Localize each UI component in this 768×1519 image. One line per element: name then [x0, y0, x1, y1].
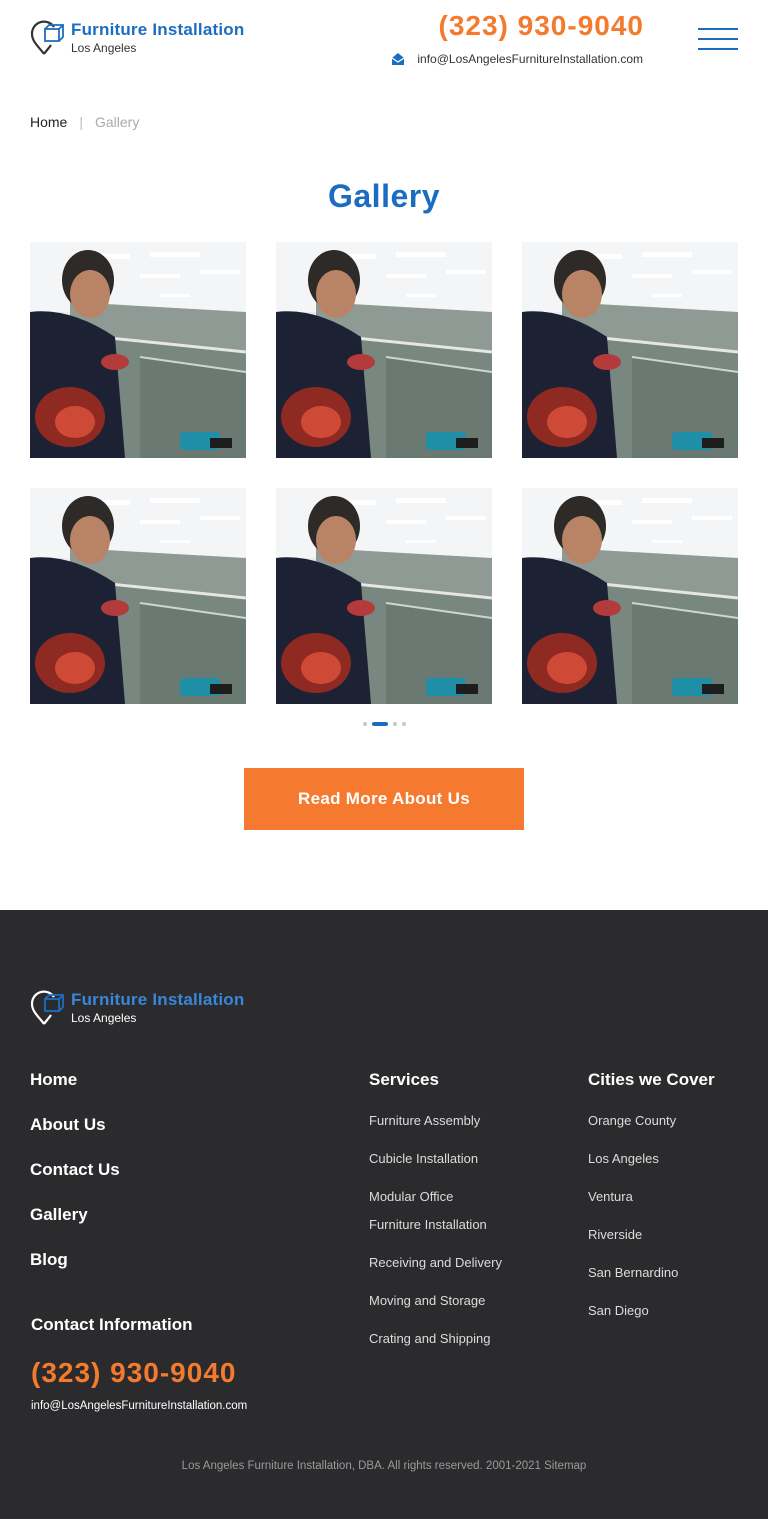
site-header: Furniture Installation Los Angeles (323)…: [0, 0, 768, 90]
breadcrumb: Home | Gallery: [30, 114, 139, 130]
footer-services: Services Furniture Assembly Cubicle Inst…: [369, 1070, 549, 1363]
service-link[interactable]: Crating and Shipping: [369, 1331, 490, 1346]
read-more-button[interactable]: Read More About Us: [244, 768, 524, 830]
header-email-text: info@LosAngelesFurnitureInstallation.com: [417, 52, 643, 66]
service-link-line: Furniture Installation: [369, 1217, 487, 1232]
footer-nav: Home About Us Contact Us Gallery Blog: [30, 1070, 120, 1295]
service-link[interactable]: Cubicle Installation: [369, 1151, 478, 1166]
pagination-dot[interactable]: [401, 722, 406, 726]
hamburger-menu-icon[interactable]: [698, 28, 738, 50]
pagination-dot[interactable]: [392, 722, 397, 726]
footer-logo[interactable]: Furniture Installation Los Angeles: [30, 990, 244, 1026]
city-link[interactable]: Orange County: [588, 1113, 676, 1128]
footer-logo-subtitle: Los Angeles: [71, 1011, 137, 1025]
copyright-text: Los Angeles Furniture Installation, DBA.…: [181, 1460, 541, 1472]
footer-logo-title: Furniture Installation: [71, 990, 245, 1009]
cities-heading: Cities we Cover: [588, 1070, 715, 1089]
service-link[interactable]: Receiving and Delivery: [369, 1255, 502, 1270]
sitemap-link[interactable]: Sitemap: [544, 1460, 586, 1472]
footer-nav-about[interactable]: About Us: [30, 1115, 120, 1160]
footer-cities: Cities we Cover Orange County Los Angele…: [588, 1070, 748, 1335]
footer-phone-link[interactable]: (323) 930-9040: [31, 1357, 236, 1389]
gallery-photo[interactable]: [522, 242, 738, 458]
site-footer: Furniture Installation Los Angeles Home …: [0, 910, 768, 1519]
footer-nav-home[interactable]: Home: [30, 1070, 120, 1115]
gallery-photo[interactable]: [276, 488, 492, 704]
service-link[interactable]: Modular Office Furniture Installation: [369, 1189, 487, 1232]
gallery-photo[interactable]: [276, 242, 492, 458]
pagination-dot-active[interactable]: [371, 722, 388, 726]
gallery-grid: [30, 242, 738, 704]
gallery-photo[interactable]: [30, 242, 246, 458]
gallery-pagination: [0, 722, 768, 726]
breadcrumb-current: Gallery: [95, 114, 140, 130]
services-heading: Services: [369, 1070, 439, 1089]
footer-nav-gallery[interactable]: Gallery: [30, 1205, 120, 1250]
pagination-dot[interactable]: [362, 722, 367, 726]
location-pin-box-icon: [30, 990, 64, 1026]
location-pin-box-icon: [30, 20, 64, 56]
gallery-photo[interactable]: [522, 488, 738, 704]
envelope-icon: [392, 53, 405, 65]
footer-nav-blog[interactable]: Blog: [30, 1250, 120, 1295]
page-title: Gallery: [327, 178, 440, 214]
city-link[interactable]: San Bernardino: [588, 1265, 678, 1280]
logo-subtitle: Los Angeles: [71, 41, 137, 55]
breadcrumb-home-link[interactable]: Home: [30, 114, 67, 130]
service-link[interactable]: Moving and Storage: [369, 1293, 485, 1308]
footer-email-link[interactable]: info@LosAngelesFurnitureInstallation.com: [31, 1400, 247, 1412]
copyright: Los Angeles Furniture Installation, DBA.…: [0, 1460, 768, 1472]
service-link-line: Modular Office: [369, 1189, 454, 1204]
logo-title: Furniture Installation: [71, 20, 245, 39]
city-link[interactable]: Ventura: [588, 1189, 633, 1204]
city-link[interactable]: San Diego: [588, 1303, 649, 1318]
gallery-photo[interactable]: [30, 488, 246, 704]
service-link[interactable]: Furniture Assembly: [369, 1113, 480, 1128]
contact-heading: Contact Information: [31, 1315, 193, 1334]
city-link[interactable]: Riverside: [588, 1227, 642, 1242]
breadcrumb-separator: |: [79, 114, 83, 130]
footer-nav-contact[interactable]: Contact Us: [30, 1160, 120, 1205]
header-email-link[interactable]: info@LosAngelesFurnitureInstallation.com: [391, 52, 643, 66]
header-phone-link[interactable]: (323) 930-9040: [439, 10, 644, 42]
header-logo[interactable]: Furniture Installation Los Angeles: [30, 20, 244, 56]
city-link[interactable]: Los Angeles: [588, 1151, 659, 1166]
